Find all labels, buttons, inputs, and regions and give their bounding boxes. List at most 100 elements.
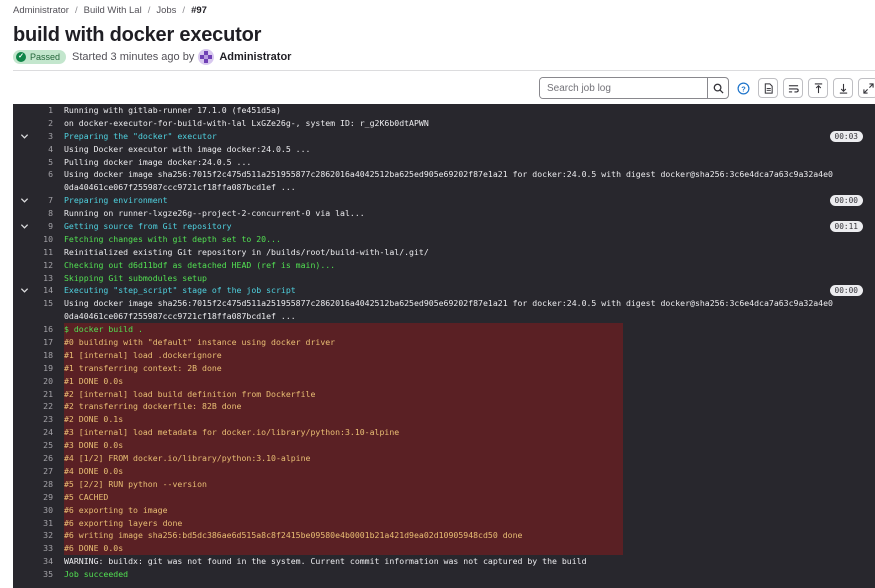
wrap-lines-button[interactable] [783, 78, 803, 98]
log-line: 15 Using docker image sha256:7015f2c475d5… [13, 297, 875, 310]
log-text: Using docker image sha256:7015f2c475d511… [64, 169, 833, 180]
maximize-icon [862, 82, 874, 94]
line-number[interactable]: 26 [37, 452, 53, 465]
search-job-log-input[interactable] [540, 78, 707, 98]
scroll-to-bottom-button[interactable] [833, 78, 853, 98]
line-number[interactable]: 16 [37, 323, 53, 336]
status-badge[interactable]: ✓ Passed [13, 50, 67, 64]
log-line: 27 #4 DONE 0.0s [13, 464, 875, 478]
log-text: Pulling docker image docker:24.0.5 ... [64, 156, 252, 167]
section-duration-badge: 00:11 [829, 221, 863, 233]
line-number[interactable]: 1 [37, 104, 53, 117]
chevron-down-icon[interactable] [20, 196, 29, 205]
log-text: #6 exporting layers done [64, 516, 623, 530]
chevron-down-icon[interactable] [20, 222, 29, 231]
line-number[interactable]: 15 [37, 297, 53, 310]
show-raw-button[interactable] [758, 78, 778, 98]
line-number[interactable]: 25 [37, 439, 53, 452]
job-log[interactable]: 1 Running with gitlab-runner 17.1.0 (fe45… [13, 104, 875, 588]
breadcrumb-administrator[interactable]: Administrator [13, 5, 69, 16]
status-badge-label: Passed [30, 52, 61, 62]
line-number[interactable]: 24 [37, 426, 53, 439]
log-line: 11 Reinitialized existing Git repository … [13, 246, 875, 259]
line-number[interactable]: 10 [37, 233, 53, 246]
line-number[interactable]: 32 [37, 529, 53, 542]
log-text: Running with gitlab-runner 17.1.0 (fe451… [64, 105, 281, 115]
line-number[interactable]: 35 [37, 568, 53, 581]
line-number[interactable]: 30 [37, 504, 53, 517]
fullscreen-button[interactable] [858, 78, 875, 98]
chevron-down-icon[interactable] [20, 286, 29, 295]
page-title: build with docker executor [13, 24, 262, 46]
log-line: 23 #2 DONE 0.1s [13, 413, 875, 427]
line-number[interactable]: 8 [37, 207, 53, 220]
breadcrumb-job-id[interactable]: #97 [191, 5, 207, 16]
line-number[interactable]: 5 [37, 156, 53, 169]
log-text: $ docker build . [64, 323, 623, 337]
line-number[interactable]: 17 [37, 336, 53, 349]
breadcrumb: Administrator / Build With Lal / Jobs / … [13, 5, 207, 16]
line-number[interactable]: 20 [37, 375, 53, 388]
log-line: 0da40461ce067f255987ccc9721cf18ffa087bcd… [13, 181, 875, 194]
log-line: 6 Using docker image sha256:7015f2c475d51… [13, 168, 875, 181]
log-line: 0da40461ce067f255987ccc9721cf18ffa087bcd… [13, 310, 875, 323]
line-number[interactable]: 27 [37, 465, 53, 478]
line-number[interactable]: 12 [37, 259, 53, 272]
line-number[interactable]: 31 [37, 517, 53, 530]
log-line: 13 Skipping Git submodules setup [13, 272, 875, 285]
line-number[interactable]: 11 [37, 246, 53, 259]
header-divider [13, 70, 875, 71]
document-icon [764, 82, 773, 94]
log-line: 28 #5 [2/2] RUN python --version [13, 477, 875, 491]
log-text: on docker-executor-for-build-with-lal Lx… [64, 117, 429, 128]
line-number[interactable]: 19 [37, 362, 53, 375]
log-line: 24 #3 [internal] load metadata for docker… [13, 426, 875, 440]
log-text: #6 writing image sha256:bd5dc386ae6d515a… [64, 529, 623, 543]
line-number[interactable]: 23 [37, 413, 53, 426]
line-number[interactable]: 34 [37, 555, 53, 568]
line-number[interactable]: 33 [37, 542, 53, 555]
line-number[interactable]: 28 [37, 478, 53, 491]
log-text: #4 [1/2] FROM docker.io/library/python:3… [64, 452, 623, 465]
scroll-up-icon [814, 82, 822, 93]
line-number[interactable]: 7 [37, 194, 53, 207]
section-duration-badge: 00:03 [829, 130, 863, 142]
line-number[interactable]: 9 [37, 220, 53, 233]
log-text: Reinitialized existing Git repository in… [64, 246, 429, 257]
log-line: 18 #1 [internal] load .dockerignore [13, 348, 875, 362]
user-link[interactable]: Administrator [219, 51, 291, 63]
log-section-header[interactable]: 9 Getting source from Git repository 00:11 [13, 220, 875, 233]
breadcrumb-separator: / [182, 5, 186, 16]
log-section-header[interactable]: 14 Executing "step_script" stage of the j… [13, 284, 875, 297]
line-number[interactable]: 22 [37, 400, 53, 413]
line-number[interactable]: 4 [37, 143, 53, 156]
log-text: Executing "step_script" stage of the job… [64, 285, 296, 296]
avatar-pattern-icon [200, 51, 213, 63]
line-number[interactable]: 3 [37, 130, 53, 143]
log-text: 0da40461ce067f255987ccc9721cf18ffa087bcd… [64, 311, 296, 322]
log-line: 1 Running with gitlab-runner 17.1.0 (fe45… [13, 104, 875, 117]
log-line: 35 Job succeeded [13, 568, 875, 581]
chevron-down-icon[interactable] [20, 132, 29, 141]
log-line: 25 #3 DONE 0.0s [13, 439, 875, 453]
line-number[interactable]: 14 [37, 284, 53, 297]
breadcrumb-project[interactable]: Build With Lal [84, 5, 142, 16]
log-text: #3 [internal] load metadata for docker.i… [64, 426, 623, 440]
line-number[interactable]: 21 [37, 388, 53, 401]
line-number[interactable]: 29 [37, 491, 53, 504]
line-number[interactable]: 18 [37, 349, 53, 362]
breadcrumb-jobs[interactable]: Jobs [156, 5, 176, 16]
line-number[interactable]: 6 [37, 168, 53, 181]
search-button[interactable] [707, 78, 728, 98]
log-section-header[interactable]: 3 Preparing the "docker" executor 00:03 [13, 130, 875, 143]
scroll-to-top-button[interactable] [808, 78, 828, 98]
log-text: #5 [2/2] RUN python --version [64, 477, 623, 491]
question-icon: ? [737, 82, 749, 94]
line-number[interactable]: 13 [37, 272, 53, 285]
log-text: WARNING: buildx: git was not found in th… [64, 556, 587, 567]
line-number[interactable]: 2 [37, 117, 53, 130]
help-button[interactable]: ? [733, 78, 753, 98]
text-wrap-icon [788, 84, 799, 92]
avatar[interactable] [198, 49, 215, 65]
log-section-header[interactable]: 7 Preparing environment 00:00 [13, 194, 875, 207]
